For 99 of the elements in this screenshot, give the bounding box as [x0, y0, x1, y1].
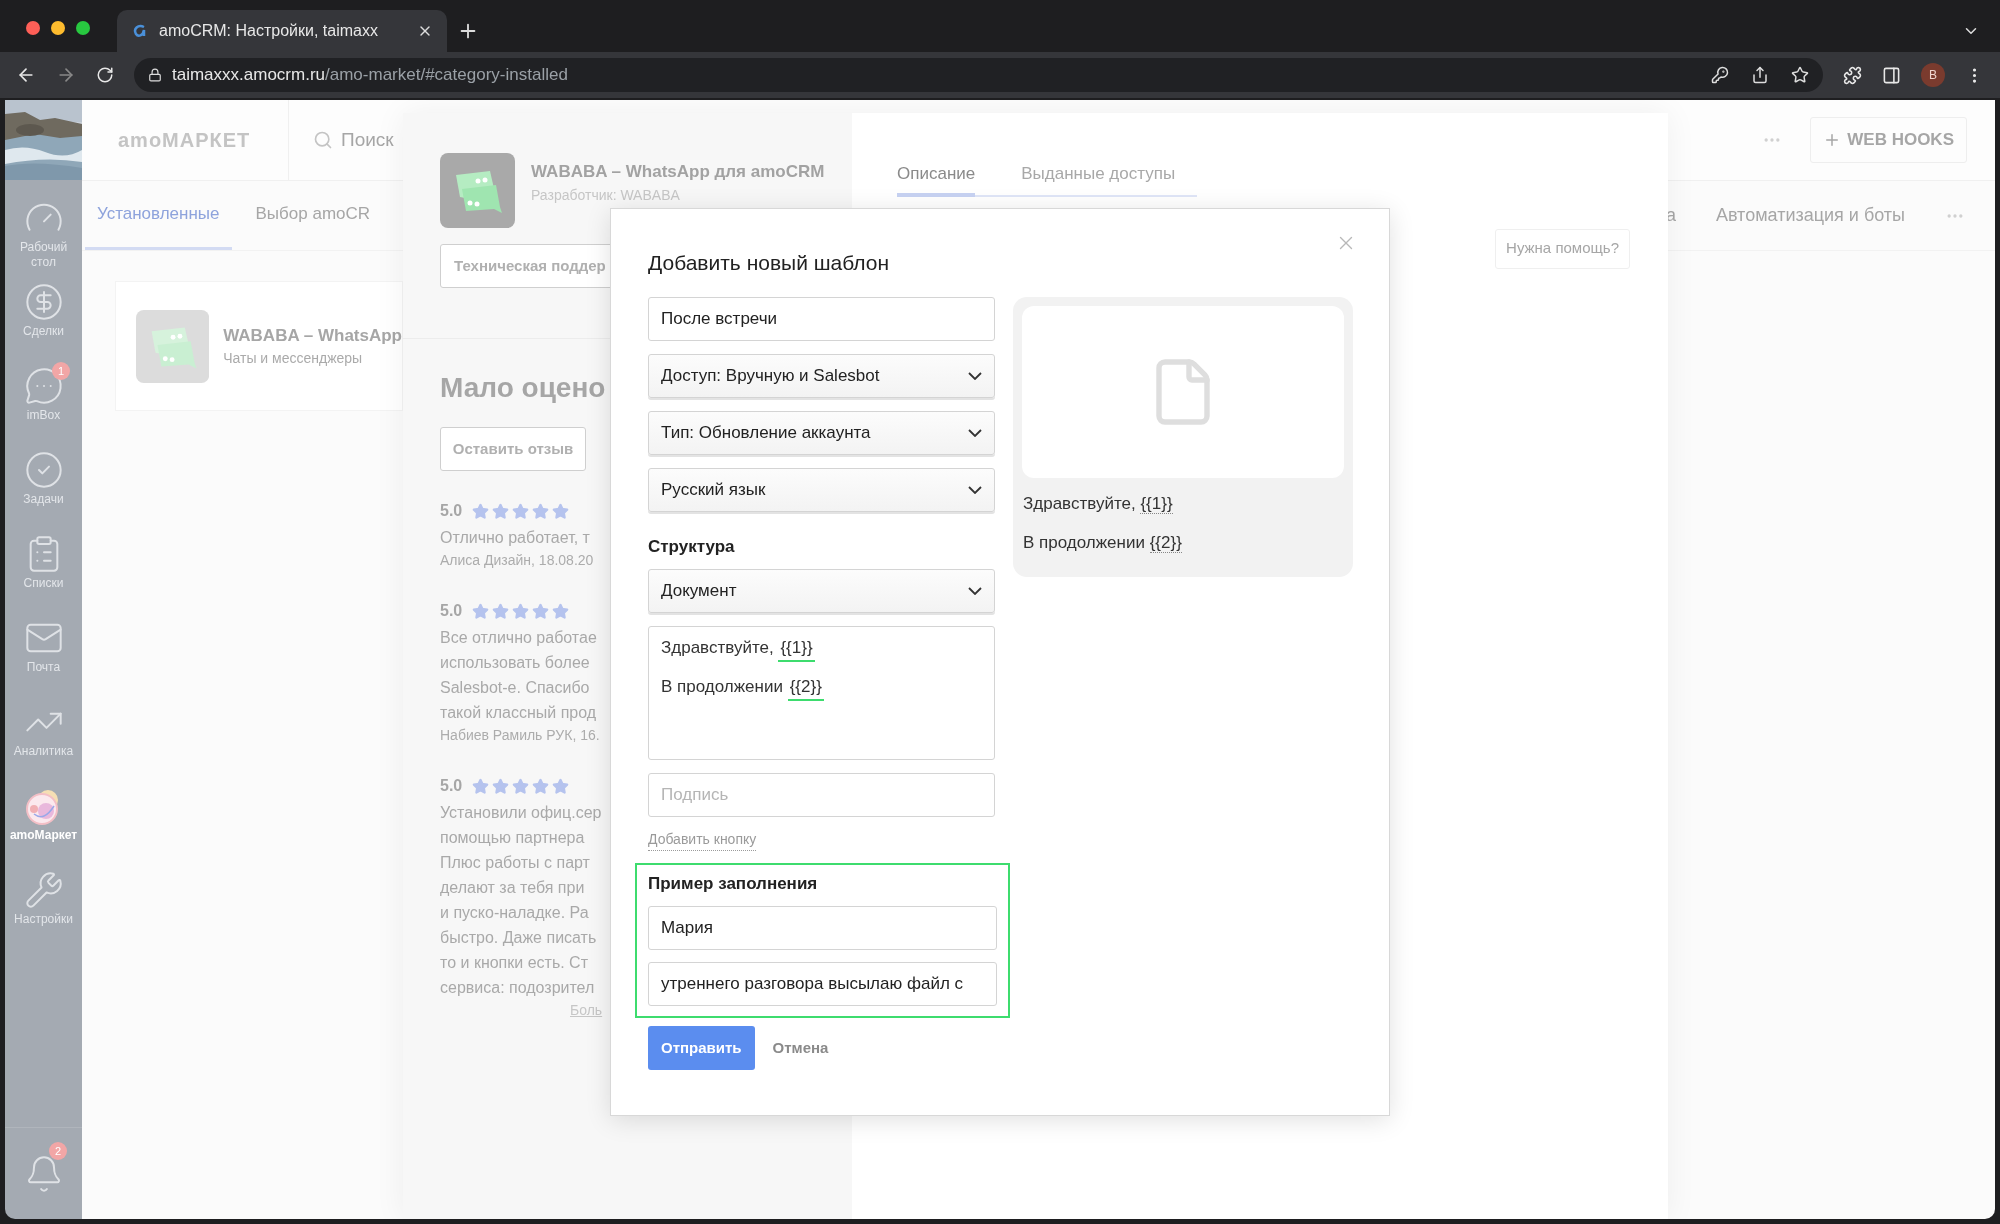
app-category: Чаты и мессенджеры — [223, 349, 364, 369]
preview-line: Здравствуйте, {{1}} — [1023, 493, 1174, 516]
star-icon — [512, 502, 530, 520]
sidebar-label: Настройки — [13, 912, 74, 927]
star-icon — [472, 502, 490, 520]
review-author: Набиев Рамиль РУК, 16. — [440, 726, 600, 745]
star-icon — [492, 777, 510, 795]
sidebar-label: Рабочий стол — [18, 240, 69, 270]
chevron-icon — [968, 372, 982, 380]
cancel-button[interactable]: Отмена — [772, 1036, 829, 1060]
chevron-icon — [968, 586, 982, 595]
key-icon[interactable] — [1711, 66, 1729, 84]
chevron-icon — [968, 486, 982, 494]
app-name: WABABA – WhatsApp — [223, 324, 402, 347]
message-line: Здравствуйте, {{1}} — [661, 635, 982, 660]
app-logo: amoМАРКЕТ — [118, 128, 252, 153]
puzzle-icon[interactable] — [1843, 65, 1862, 85]
app-card[interactable]: WABABA – WhatsApp Чаты и мессенджеры — [115, 281, 403, 411]
signature-field[interactable]: Подпись — [648, 772, 995, 817]
browser-tab[interactable]: amoCRM: Настройки, taimaxx — [117, 10, 447, 52]
count-badge: 1 — [52, 362, 70, 380]
count-badge: 2 — [49, 1142, 67, 1160]
share-icon[interactable] — [1751, 66, 1769, 84]
app-title: WABABA – WhatsApp для amoCRM — [531, 161, 825, 183]
sidebar-item[interactable]: Сделки — [5, 278, 82, 362]
rating-score: 5.0 — [440, 601, 463, 621]
example-field[interactable]: утреннего разговора высылаю файл с — [648, 962, 997, 1006]
star-icon — [512, 777, 530, 795]
submit-button[interactable]: Отправить — [648, 1026, 755, 1070]
star-icon — [552, 502, 570, 520]
star-icon — [552, 602, 570, 620]
review-text: Отлично работает, т — [440, 528, 590, 548]
review-text: Установили офиц.сер помощью партнера Плюс работы с парт делают за тебя при и пуско-наладке. Ра быстро. Даже писать то и кнопки есть. Ст сервиса: подозрител — [440, 803, 602, 998]
lock-icon — [148, 68, 162, 82]
name-field[interactable]: После встречи — [648, 297, 995, 341]
chat-icon — [23, 366, 64, 406]
category-tab[interactable]: Автоматизация и боты — [1715, 202, 1905, 229]
dropdown[interactable]: Документ — [648, 568, 995, 613]
star-icon — [512, 602, 530, 620]
star-icon — [532, 777, 550, 795]
sidebar-label: Списки — [22, 576, 65, 591]
dropdown[interactable]: Доступ: Вручную и Salesbot — [648, 354, 995, 398]
sidebar-label: Почта — [25, 660, 62, 675]
sidebar-item[interactable]: Аналитика — [5, 698, 82, 782]
address-bar[interactable]: taimaxxx.amocrm.ru/amo-market/#category-installed — [134, 58, 1823, 92]
sidebar-item[interactable]: amoМаркет — [5, 782, 82, 866]
dropdown[interactable]: Тип: Обновление аккаунта — [648, 411, 995, 455]
tab-title: amoCRM: Настройки, taimaxx — [159, 21, 379, 41]
sidebar-item[interactable]: 1 imBox — [5, 362, 82, 446]
star-icon — [532, 602, 550, 620]
star-icon — [492, 502, 510, 520]
add-button-link[interactable]: Добавить кнопку — [648, 828, 757, 851]
chat-bubbles-icon — [440, 153, 515, 228]
chat-bubbles-icon — [136, 308, 210, 384]
star-icon — [472, 602, 490, 620]
sidebar-label: imBox — [25, 408, 62, 423]
wrench-icon — [23, 870, 64, 910]
bookmark-icon[interactable] — [1791, 66, 1809, 84]
url-text: taimaxxx.amocrm.ru/amo-market/#category-installed — [172, 64, 568, 87]
dropdown[interactable]: Русский язык — [648, 468, 995, 512]
preview-line: В продолжении {{2}} — [1023, 532, 1183, 555]
search-field[interactable]: Поиск — [313, 125, 394, 155]
web-hooks-button[interactable]: WEB HOOKS — [1810, 117, 1967, 163]
sidebar-item[interactable]: Настройки — [5, 866, 82, 950]
sidebar-item[interactable]: Списки — [5, 530, 82, 614]
category-tab[interactable]: Выбор amoCR — [243, 181, 383, 250]
example-field[interactable]: Мария — [648, 906, 997, 950]
star-icon — [492, 602, 510, 620]
rating-score: 5.0 — [440, 776, 463, 796]
message-textarea[interactable]: Здравствуйте, {{1}} В продолжении {{2}} — [648, 625, 995, 760]
sidebar-item[interactable]: Задачи — [5, 446, 82, 530]
example-heading: Пример заполнения — [648, 872, 819, 895]
search-icon — [313, 130, 333, 150]
rating-score: 5.0 — [440, 501, 463, 521]
panel-tab[interactable]: Выданные доступы — [1021, 161, 1176, 197]
category-tab[interactable]: Установленные — [85, 181, 232, 250]
sidebar-label: amoМаркет — [8, 828, 79, 843]
message-line: В продолжении {{2}} — [661, 674, 982, 699]
check-icon — [23, 450, 64, 490]
structure-label: Структура — [648, 536, 736, 558]
chevron-icon — [968, 429, 982, 437]
review-author: Алиса Дизайн, 18.08.20 — [440, 551, 594, 570]
star-icon — [552, 777, 570, 795]
star-icon — [532, 502, 550, 520]
help-button[interactable]: Нужна помощь? — [1495, 228, 1630, 269]
sidebar-item[interactable]: Рабочий стол — [5, 194, 82, 278]
side-panel-icon[interactable] — [1882, 65, 1901, 85]
panel-tab[interactable]: Описание — [897, 161, 976, 197]
sidebar-label: Сделки — [22, 324, 65, 339]
sidebar-item[interactable]: Почта — [5, 614, 82, 698]
dollar-icon — [23, 282, 64, 322]
review-text: Все отлично работае использовать более Salesbot-е. Спасибо такой классный прод — [440, 628, 597, 723]
rating-heading: Мало оцено — [440, 371, 606, 405]
star-icon — [472, 777, 490, 795]
profile-avatar[interactable]: B — [1921, 63, 1945, 87]
sidebar-label: Задачи — [22, 492, 65, 507]
reload-icon[interactable] — [96, 66, 114, 84]
review-button[interactable]: Оставить отзыв — [440, 427, 586, 471]
sidebar-label: Аналитика — [12, 744, 75, 759]
